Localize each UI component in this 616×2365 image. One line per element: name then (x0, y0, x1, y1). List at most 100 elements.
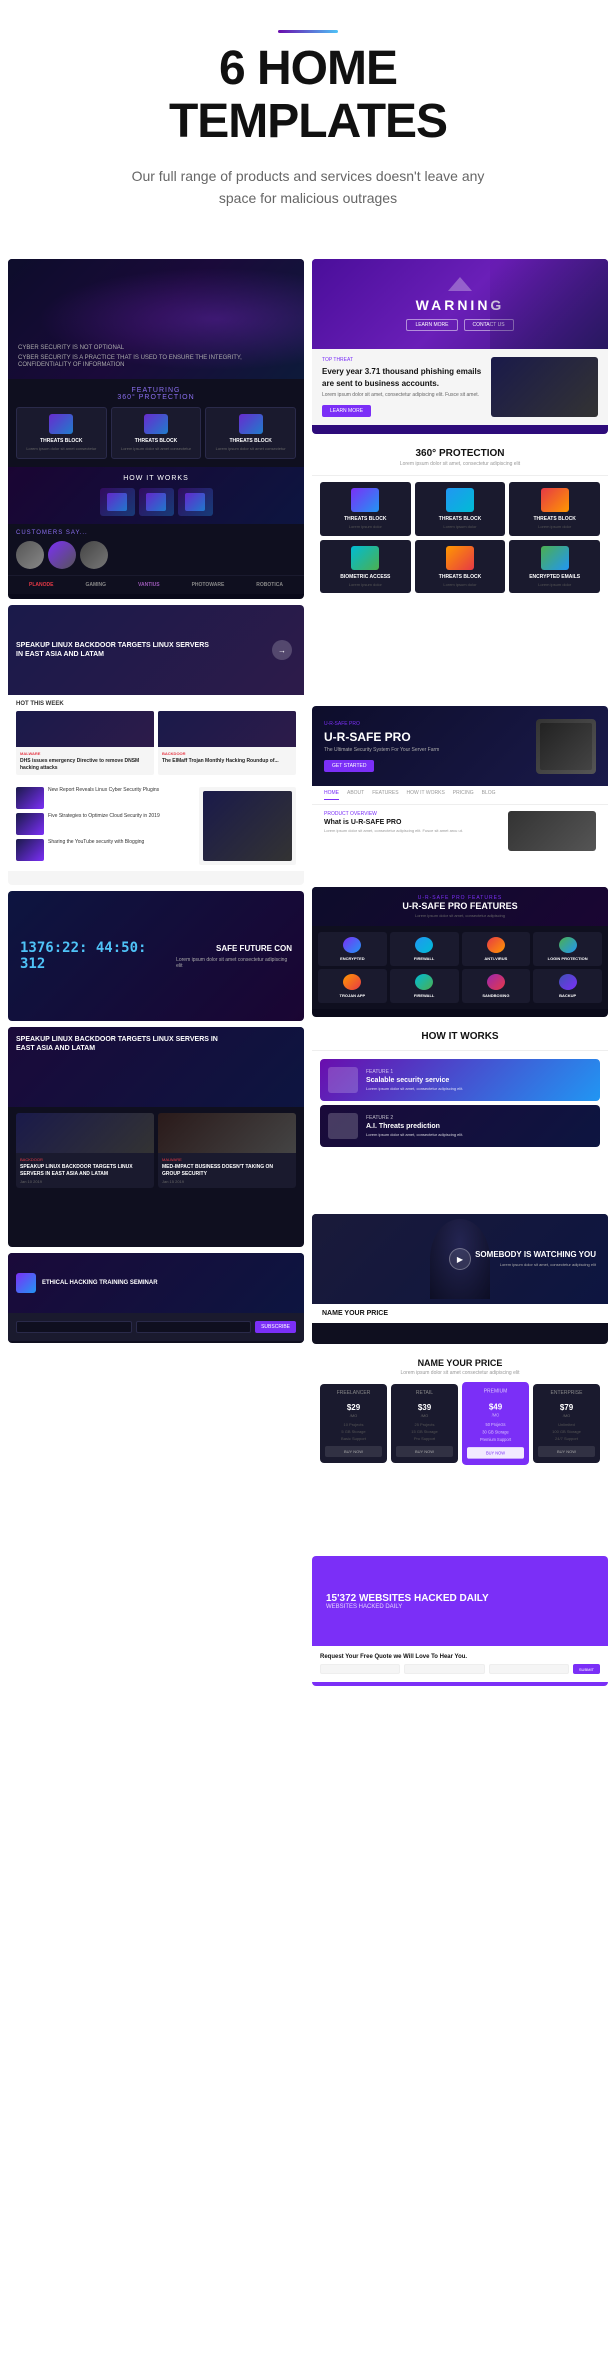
price-features-2: 25 Projects 15 GB Storage Pro Support (396, 1422, 453, 1441)
feat-icon-6 (415, 974, 433, 990)
price-feat-item: Pro Support (396, 1436, 453, 1441)
hiw-steps-container: FEATURE 1 Scalable security service Lore… (312, 1051, 608, 1155)
feat-icon-2 (415, 937, 433, 953)
ursafe-device-image (536, 719, 596, 774)
pricing-title: NAME YOUR PRICE (320, 1358, 600, 1368)
phishing-btn[interactable]: LEARN MORE (322, 405, 371, 417)
step-icon-1 (107, 493, 127, 511)
ursafe-nav-hiw[interactable]: HOW IT WORKS (407, 790, 445, 800)
price-per-2: /MO (396, 1413, 453, 1418)
hiw-step-desc-1: Lorem ipsum dolor sit amet, consectetur … (366, 1086, 463, 1092)
hiw-step-num-1: FEATURE 1 (366, 1069, 463, 1075)
price-btn-3[interactable]: BUY NOW (467, 1448, 524, 1460)
feat-icon-7 (487, 974, 505, 990)
seminar-email-input[interactable] (16, 1321, 132, 1333)
pcard-title-1: THREATS BLOCK (21, 438, 102, 444)
hiw-step-1: FEATURE 1 Scalable security service Lore… (320, 1059, 600, 1101)
price-feat-item: 100 GB Storage (538, 1429, 595, 1434)
price-feat-item: Basic Support (325, 1436, 382, 1441)
ursafe-nav-features[interactable]: FEATURES (372, 790, 398, 800)
article-body-1: MALWARE DHS issues emergency Directive t… (16, 747, 154, 775)
seminar-name-input[interactable] (136, 1321, 252, 1333)
decorative-line (40, 30, 576, 33)
pricing-cards: FREELANCER $29 /MO 10 Projects 5 GB Stor… (312, 1384, 608, 1471)
price-type-4: ENTERPRISE (538, 1390, 595, 1396)
step-icon-3 (185, 493, 205, 511)
logo-planode: PLANODE (29, 582, 53, 588)
purple-hero: WARNING LEARN MORE CONTACT US (312, 259, 608, 349)
avatar-2 (48, 541, 76, 569)
template-pricing[interactable]: NAME YOUR PRICE Lorem ipsum dolor sit am… (312, 1350, 608, 1550)
template-features-dark[interactable]: U-R-SAFE PRO FEATURES U-R-SAFE PRO FEATU… (312, 887, 608, 1017)
template-purple[interactable]: WARNING LEARN MORE CONTACT US TOP THREAT… (312, 259, 608, 434)
template-event[interactable]: 1376:22: 44:50: 312 SAFE FUTURE CON Lore… (8, 891, 304, 1021)
step-3 (178, 488, 213, 516)
price-btn-4[interactable]: BUY NOW (538, 1446, 595, 1457)
feat-cell-4: LOGIN PROTECTION (533, 932, 602, 966)
ursafe-nav-home[interactable]: HOME (324, 790, 339, 800)
ursafe-nav-pricing[interactable]: PRICING (453, 790, 474, 800)
prot-icon-4 (351, 546, 379, 570)
seminar-logo (16, 1273, 36, 1293)
ursafe-what-desc: Lorem ipsum dolor sit amet, consectetur … (324, 828, 500, 834)
price-amount-2: $39 (396, 1399, 453, 1413)
small-article-2[interactable]: Five Strategies to Optimize Cloud Securi… (16, 813, 193, 835)
hiw-step-icon-1 (328, 1067, 358, 1093)
blog-dark-articles: BACKDOOR SPEAKUP LINUX BACKDOOR TARGETS … (8, 1107, 304, 1198)
template-protection[interactable]: 360° PROTECTION Lorem ipsum dolor sit am… (312, 440, 608, 700)
small-img-1 (16, 787, 44, 809)
template-howitworks[interactable]: HOW IT WORKS FEATURE 1 Scalable security… (312, 1023, 608, 1208)
protection-title-right: 360° PROTECTION (320, 448, 600, 459)
price-btn-1[interactable]: BUY NOW (325, 1446, 382, 1457)
logo-gaming: GAMING (85, 582, 106, 588)
blog-dark-title: SPEAKUP LINUX BACKDOOR TARGETS LINUX SER… (16, 1035, 226, 1053)
dark-article-1[interactable]: BACKDOOR SPEAKUP LINUX BACKDOOR TARGETS … (16, 1113, 154, 1188)
template-watching[interactable]: ▶ SOMEBODY IS WATCHING YOU Lorem ipsum d… (312, 1214, 608, 1344)
prot-cell-6: ENCRYPTED EMAILS Lorem ipsum dolor (509, 540, 600, 593)
prot-icon-6 (541, 546, 569, 570)
article-body-2: BACKDOOR The ElMaff Trojan Monthly Hacki… (158, 747, 296, 769)
template-blog-dark[interactable]: SPEAKUP LINUX BACKDOOR TARGETS LINUX SER… (8, 1027, 304, 1247)
hiw-step-2: FEATURE 2 A.I. Threats prediction Lorem … (320, 1105, 600, 1147)
cyber-hero-text: CYBER SECURITY IS NOT OPTIONAL Cyber sec… (18, 342, 294, 370)
dark-article-body-2: MALWARE MED-IMPACT BUSINESS DOESN'T TAKI… (158, 1153, 296, 1188)
prot-cell-title-5: THREATS BLOCK (419, 574, 502, 580)
blog-hero-text: SPEAKUP LINUX BACKDOOR TARGETS LINUX SER… (16, 641, 212, 659)
blog-sidebar-row: New Report Reveals Linux Cyber Security … (8, 781, 304, 871)
pcard-1: THREATS BLOCK Lorem ipsum dolor sit amet… (16, 407, 107, 458)
ursafe-nav-about[interactable]: ABOUT (347, 790, 364, 800)
pcard-title-2: THREATS BLOCK (116, 438, 197, 444)
title-line1: 6 HOME (219, 42, 397, 95)
template-dark-cyber[interactable]: CYBER SECURITY IS NOT OPTIONAL Cyber sec… (8, 259, 304, 599)
price-btn-2[interactable]: BUY NOW (396, 1446, 453, 1457)
logo-vantius: VANTIUS (138, 582, 160, 588)
template-blog[interactable]: SPEAKUP LINUX BACKDOOR TARGETS LINUX SER… (8, 605, 304, 885)
prot-cell-desc-6: Lorem ipsum dolor (513, 582, 596, 587)
blog-article-2[interactable]: BACKDOOR The ElMaff Trojan Monthly Hacki… (158, 711, 296, 775)
stats-name-input[interactable] (320, 1664, 400, 1674)
blog-arrow-icon[interactable]: → (272, 640, 292, 660)
feat-cell-8: BACKUP (533, 969, 602, 1003)
ursafe-cta-button[interactable]: GET STARTED (324, 760, 374, 772)
dark-article-img-2 (158, 1113, 296, 1153)
template-seminar[interactable]: ETHICAL HACKING TRAINING SEMINAR SUBSCRI… (8, 1253, 304, 1343)
template-ursafe[interactable]: U-R-SAFE PRO U-R-SAFE PRO The Ultimate S… (312, 706, 608, 881)
watching-footer-title: NAME YOUR PRICE (322, 1310, 598, 1317)
prot-cell-desc-1: Lorem ipsum dolor (324, 524, 407, 529)
small-article-3[interactable]: Sharing the YouTube security with Bloggi… (16, 839, 193, 861)
prot-cell-title-2: THREATS BLOCK (419, 516, 502, 522)
price-amount-3: $49 (467, 1398, 524, 1413)
seminar-submit-button[interactable]: SUBSCRIBE (255, 1321, 296, 1333)
stats-email-input[interactable] (404, 1664, 484, 1674)
dark-article-2[interactable]: MALWARE MED-IMPACT BUSINESS DOESN'T TAKI… (158, 1113, 296, 1188)
small-article-1[interactable]: New Report Reveals Linux Cyber Security … (16, 787, 193, 809)
stats-phone-input[interactable] (489, 1664, 569, 1674)
blog-article-1[interactable]: MALWARE DHS issues emergency Directive t… (16, 711, 154, 775)
features-title: U-R-SAFE PRO FEATURES (320, 901, 600, 911)
ursafe-nav-blog[interactable]: BLOG (482, 790, 496, 800)
purple-btn-1[interactable]: LEARN MORE (406, 319, 457, 331)
feat-cell-3: ANTI-VIRUS (462, 932, 531, 966)
stats-submit-button[interactable]: SUBMIT (573, 1664, 600, 1674)
price-feat-item: 15 GB Storage (396, 1429, 453, 1434)
template-stats[interactable]: 15'372 WEBSITES HACKED DAILY WEBSITES HA… (312, 1556, 608, 1686)
